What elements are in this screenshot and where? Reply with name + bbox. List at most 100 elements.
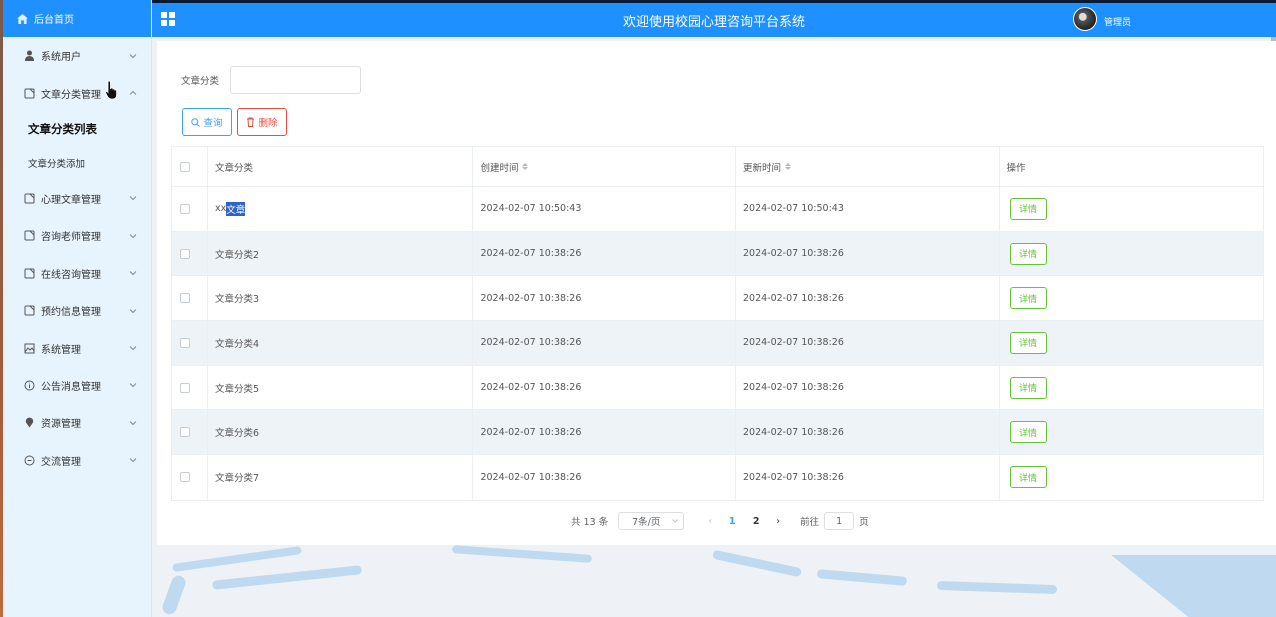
updated-cell: 2024-02-07 10:50:43 bbox=[736, 187, 1000, 231]
sidebar-item-notices[interactable]: 公告消息管理 bbox=[3, 367, 151, 404]
decor-swoosh bbox=[160, 573, 188, 617]
chevron-down-icon bbox=[129, 346, 137, 351]
created-cell: 2024-02-07 10:38:26 bbox=[473, 321, 736, 365]
chevron-down-icon bbox=[672, 519, 678, 523]
sidebar-item-article-category[interactable]: 文章分类管理 bbox=[3, 74, 151, 111]
page-number-2[interactable]: 2 bbox=[744, 516, 768, 527]
prev-page-icon[interactable]: ‹ bbox=[700, 516, 720, 527]
column-header-updated[interactable]: 更新时间 bbox=[736, 147, 1000, 186]
table-row: 文章分类2 2024-02-07 10:38:26 2024-02-07 10:… bbox=[172, 231, 1263, 277]
chevron-down-icon bbox=[129, 458, 137, 463]
updated-cell: 2024-02-07 10:38:26 bbox=[736, 410, 1000, 455]
column-header-actions: 操作 bbox=[1006, 162, 1026, 174]
row-checkbox[interactable] bbox=[180, 248, 190, 259]
sidebar: 后台首页 系统用户 文章分类管理 文章分类列表 文章分类添加 心理文章管理 咨询… bbox=[3, 0, 152, 617]
sidebar-item-appointments[interactable]: 预约信息管理 bbox=[3, 292, 151, 329]
row-checkbox[interactable] bbox=[180, 203, 190, 214]
trash-icon bbox=[247, 117, 255, 127]
row-checkbox[interactable] bbox=[180, 472, 190, 483]
sidebar-item-label: 咨询老师管理 bbox=[41, 232, 101, 244]
sidebar-subitem-category-add[interactable]: 文章分类添加 bbox=[3, 145, 151, 180]
chevron-down-icon bbox=[129, 271, 137, 276]
sort-icon[interactable] bbox=[522, 163, 529, 170]
main-panel: 文章分类 查询 删除 文章分类 创建时间 更新时间 操作 xx 文章 2024-0… bbox=[157, 41, 1276, 545]
mouse-cursor-icon bbox=[105, 80, 117, 100]
sidebar-item-label: 文章分类管理 bbox=[41, 89, 101, 101]
updated-cell: 2024-02-07 10:38:26 bbox=[736, 455, 1000, 500]
search-label: 文章分类 bbox=[181, 76, 220, 87]
sidebar-subitem-category-list[interactable]: 文章分类列表 bbox=[3, 111, 151, 146]
column-header-created[interactable]: 创建时间 bbox=[473, 147, 736, 186]
row-select-cell bbox=[172, 410, 208, 455]
sidebar-item-system[interactable]: 系统管理 bbox=[3, 329, 151, 366]
sidebar-item-label: 交流管理 bbox=[41, 456, 81, 468]
detail-button[interactable]: 详情 bbox=[1009, 197, 1047, 220]
row-checkbox[interactable] bbox=[180, 293, 190, 304]
detail-button[interactable]: 详情 bbox=[1009, 287, 1047, 310]
decor-swoosh bbox=[936, 580, 1058, 595]
row-checkbox[interactable] bbox=[180, 337, 190, 348]
next-page-icon[interactable]: › bbox=[768, 516, 788, 527]
query-button[interactable]: 查询 bbox=[182, 108, 232, 136]
sidebar-item-users[interactable]: 系统用户 bbox=[3, 37, 151, 74]
goto-suffix: 页 bbox=[859, 517, 869, 528]
sidebar-item-label: 在线咨询管理 bbox=[41, 269, 101, 281]
user-icon bbox=[24, 50, 35, 62]
column-header-category: 文章分类 bbox=[208, 147, 474, 186]
sidebar-item-online-consult[interactable]: 在线咨询管理 bbox=[3, 255, 151, 292]
row-checkbox[interactable] bbox=[180, 382, 190, 393]
search-icon bbox=[191, 117, 201, 127]
chevron-down-icon bbox=[129, 234, 137, 239]
row-checkbox[interactable] bbox=[180, 427, 190, 438]
sidebar-item-psych-articles[interactable]: 心理文章管理 bbox=[3, 180, 151, 217]
sidebar-item-resources[interactable]: 资源管理 bbox=[3, 404, 151, 441]
category-cell: 文章分类5 bbox=[208, 365, 474, 410]
actions-cell: 详情 bbox=[1000, 366, 1264, 410]
chevron-up-icon bbox=[129, 90, 137, 95]
select-all-checkbox[interactable] bbox=[180, 161, 190, 172]
doc-icon bbox=[24, 305, 35, 316]
actions-cell: 详情 bbox=[1000, 187, 1264, 231]
background-decoration bbox=[152, 545, 1276, 617]
doc-icon bbox=[24, 230, 35, 241]
detail-button[interactable]: 详情 bbox=[1009, 376, 1047, 399]
detail-button[interactable]: 详情 bbox=[1009, 331, 1047, 354]
admin-name[interactable]: 管理员 bbox=[1104, 15, 1131, 28]
table-row: xx 文章 2024-02-07 10:50:43 2024-02-07 10:5… bbox=[172, 187, 1263, 232]
chat-icon bbox=[24, 455, 35, 466]
created-cell: 2024-02-07 10:38:26 bbox=[473, 276, 736, 321]
detail-button[interactable]: 详情 bbox=[1009, 421, 1047, 444]
doc-icon bbox=[24, 268, 35, 279]
updated-cell: 2024-02-07 10:38:26 bbox=[736, 276, 1000, 321]
actions-cell: 详情 bbox=[1000, 455, 1264, 500]
doc-icon bbox=[24, 193, 35, 204]
pagination: 共 13 条 7条/页 ‹ 1 2 › 前往 1 页 bbox=[571, 511, 869, 531]
page-number-1[interactable]: 1 bbox=[720, 516, 744, 527]
avatar[interactable] bbox=[1073, 7, 1097, 31]
info-icon bbox=[24, 380, 35, 391]
category-search-input[interactable] bbox=[230, 66, 361, 94]
sidebar-item-exchange[interactable]: 交流管理 bbox=[3, 442, 151, 479]
sidebar-item-label: 预约信息管理 bbox=[41, 307, 101, 319]
actions-cell: 详情 bbox=[1000, 276, 1264, 320]
row-select-cell bbox=[172, 365, 208, 410]
chevron-down-icon bbox=[129, 383, 137, 388]
row-select-cell bbox=[172, 321, 208, 365]
query-button-label: 查询 bbox=[203, 118, 223, 129]
home-icon bbox=[17, 13, 28, 24]
detail-button[interactable]: 详情 bbox=[1009, 466, 1047, 489]
delete-button[interactable]: 删除 bbox=[237, 108, 287, 136]
detail-button[interactable]: 详情 bbox=[1009, 242, 1047, 265]
sidebar-subitem-label: 文章分类添加 bbox=[28, 158, 86, 170]
table-row: 文章分类7 2024-02-07 10:38:26 2024-02-07 10:… bbox=[172, 455, 1263, 500]
page-size-select[interactable]: 7条/页 bbox=[618, 512, 685, 530]
select-all-cell bbox=[172, 147, 208, 186]
sidebar-item-label: 系统用户 bbox=[41, 52, 81, 64]
created-cell: 2024-02-07 10:38:26 bbox=[473, 365, 736, 410]
category-table: 文章分类 创建时间 更新时间 操作 xx 文章 2024-02-07 10:50:… bbox=[171, 146, 1264, 501]
category-cell: 文章分类3 bbox=[208, 276, 474, 321]
goto-page-input[interactable]: 1 bbox=[824, 512, 855, 530]
sidebar-item-teachers[interactable]: 咨询老师管理 bbox=[3, 217, 151, 254]
sidebar-home[interactable]: 后台首页 bbox=[3, 0, 151, 37]
sort-icon[interactable] bbox=[785, 163, 791, 170]
